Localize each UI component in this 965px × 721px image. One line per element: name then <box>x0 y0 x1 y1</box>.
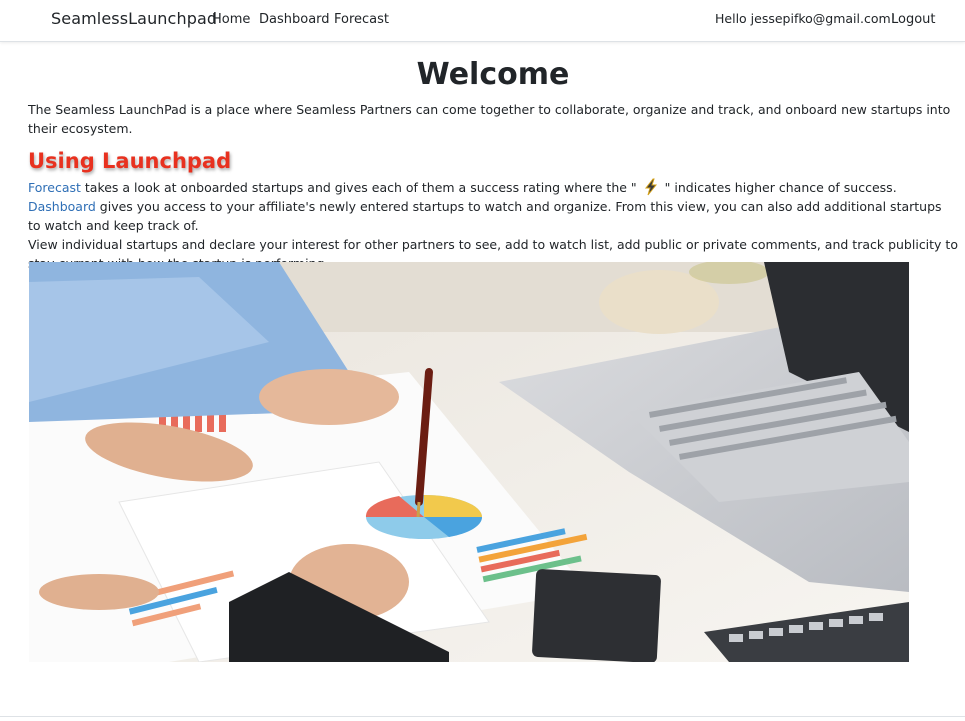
forecast-link[interactable]: Forecast <box>28 180 81 195</box>
page-title: Welcome <box>416 57 570 92</box>
footer-divider <box>0 716 965 717</box>
top-navbar: SeamlessLaunchpad Home Dashboard Forecas… <box>0 0 965 42</box>
hero-image-illustration <box>29 262 909 662</box>
dashboard-text: gives you access to your affiliate's new… <box>28 199 942 233</box>
logout-button[interactable]: Logout <box>891 12 936 27</box>
forecast-text-b: " indicates higher chance of success. <box>664 180 897 195</box>
forecast-text-a: takes a look at onboarded startups and g… <box>80 180 637 195</box>
intro-text: The Seamless LaunchPad is a place where … <box>28 102 951 136</box>
nav-home[interactable]: Home <box>212 12 250 27</box>
nav-dashboard[interactable]: Dashboard <box>259 12 330 27</box>
nav-forecast[interactable]: Forecast <box>334 12 389 27</box>
dashboard-link[interactable]: Dashboard <box>28 199 96 214</box>
hero-image <box>29 262 909 662</box>
dashboard-paragraph: Dashboard gives you access to your affil… <box>28 197 958 235</box>
main-content: Welcome The Seamless LaunchPad is a plac… <box>28 52 958 273</box>
section-title: Using Launchpad <box>28 149 232 173</box>
brand-logo[interactable]: SeamlessLaunchpad <box>51 9 217 28</box>
user-greeting[interactable]: Hello jessepifko@gmail.com! <box>715 11 896 26</box>
lightning-bolt-icon <box>644 178 657 196</box>
forecast-paragraph: Forecast takes a look at onboarded start… <box>28 178 958 197</box>
